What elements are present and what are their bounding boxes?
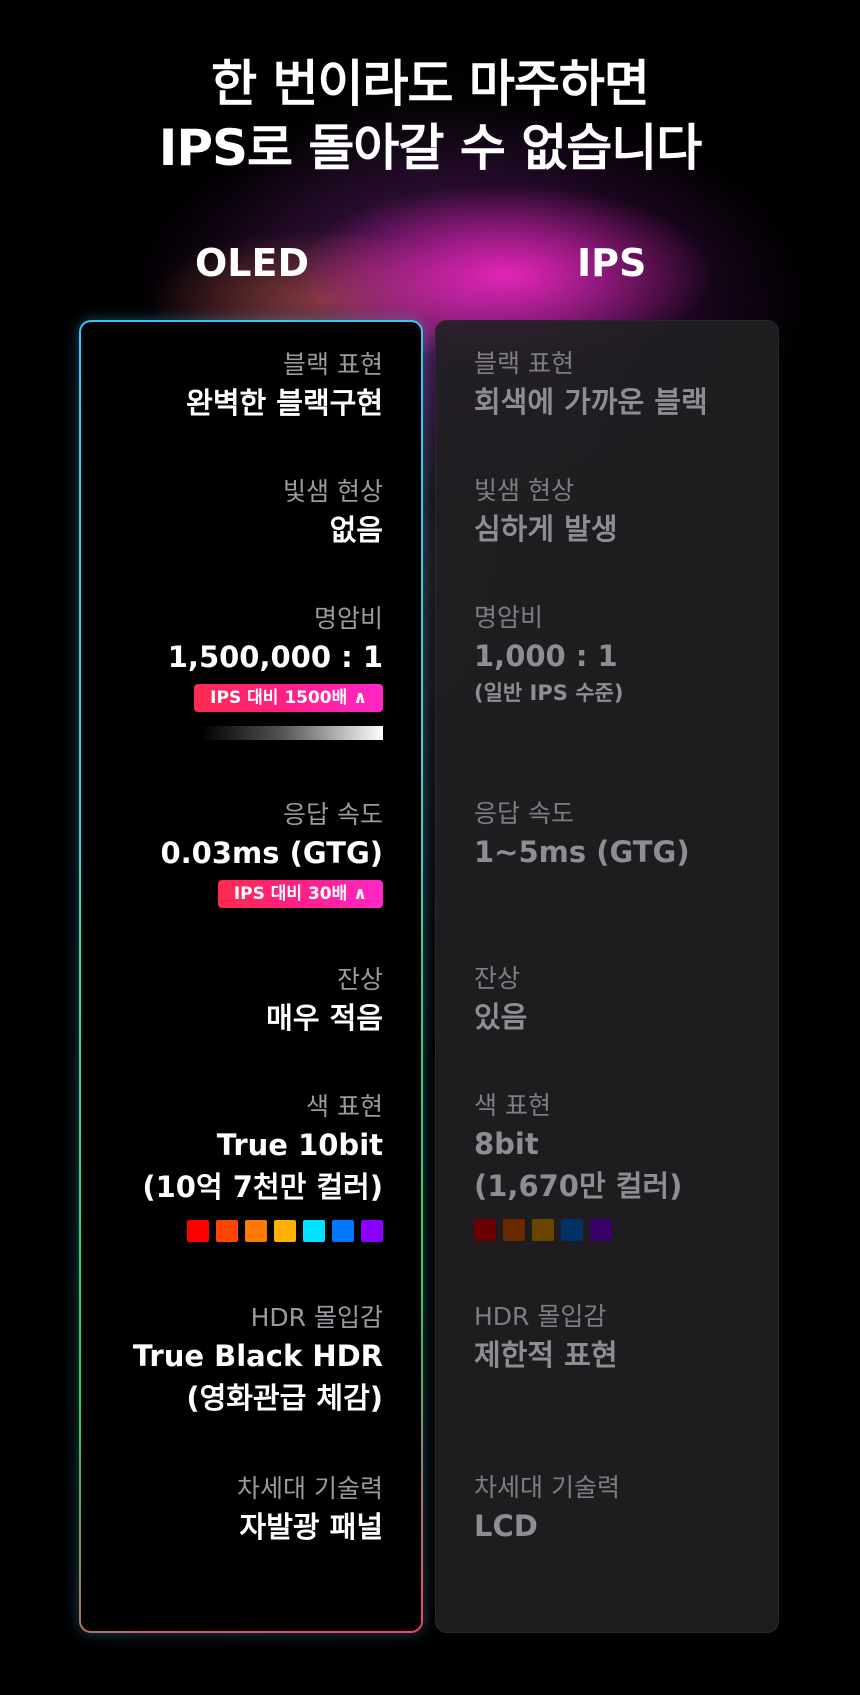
oled-column-heading: OLED [195,241,310,285]
ips-bleed-value: 심하게 발생 [474,512,618,546]
color-swatch [532,1219,554,1241]
oled-response-badge: IPS 대비 30배 ∧ [217,880,383,908]
oled-color-label: 색 표현 [306,1092,383,1121]
ips-tech-value: LCD [474,1509,538,1543]
oled-black-row: 블랙 표현 완벽한 블랙구현 [83,348,383,424]
ips-response-label: 응답 속도 [474,799,574,828]
ips-color-detail: (1,670만 컬러) [474,1169,683,1203]
oled-black-label: 블랙 표현 [283,350,383,379]
ips-hdr-label: HDR 몰입감 [474,1302,607,1331]
ips-color-swatches [474,1219,774,1241]
oled-bleed-label: 빛샘 현상 [283,477,383,506]
oled-hdr-value: True Black HDR [132,1339,383,1373]
ips-contrast-label: 명암비 [474,603,544,632]
oled-hdr-label: HDR 몰입감 [250,1303,383,1332]
oled-tech-label: 차세대 기술력 [237,1474,383,1503]
page-title: 한 번이라도 마주하면 IPS로 돌아갈 수 없습니다 [0,52,860,180]
ips-bleed-row: 빛샘 현상 심하게 발생 [474,474,774,550]
color-swatch [590,1219,612,1241]
oled-hdr-row: HDR 몰입감 True Black HDR (영화관급 체감) [83,1301,383,1419]
oled-card: 블랙 표현 완벽한 블랙구현 빛샘 현상 없음 명암비 1,500,000 : … [79,320,423,1633]
ips-card: 블랙 표현 회색에 가까운 블랙 빛샘 현상 심하게 발생 명암비 1,000 … [435,320,779,1633]
ips-bleed-label: 빛샘 현상 [474,476,574,505]
oled-tech-row: 차세대 기술력 자발광 패널 [83,1472,383,1548]
ips-black-label: 블랙 표현 [474,349,574,378]
ips-column-heading: IPS [577,241,647,285]
ips-black-value: 회색에 가까운 블랙 [474,385,708,419]
contrast-gradient-bar [201,726,383,740]
oled-contrast-label: 명암비 [313,604,383,633]
oled-color-row: 색 표현 True 10bit (10억 7천만 컬러) [83,1090,383,1242]
ips-tech-label: 차세대 기술력 [474,1473,620,1502]
ips-color-row: 색 표현 8bit (1,670만 컬러) [474,1089,774,1241]
oled-color-value: True 10bit [216,1128,383,1162]
oled-black-value: 완벽한 블랙구현 [186,386,383,420]
ips-tech-row: 차세대 기술력 LCD [474,1471,774,1547]
oled-color-swatches [83,1220,383,1242]
ips-afterimage-value: 있음 [474,1000,528,1034]
oled-afterimage-row: 잔상 매우 적음 [83,963,383,1039]
oled-tech-value: 자발광 패널 [239,1510,384,1544]
color-swatch [187,1220,209,1242]
ips-contrast-row: 명암비 1,000 : 1 (일반 IPS 수준) [474,601,774,709]
ips-color-label: 색 표현 [474,1091,551,1120]
ips-contrast-value: 1,000 : 1 [474,639,618,673]
color-swatch [361,1220,383,1242]
color-swatch [474,1219,496,1241]
color-swatch [561,1219,583,1241]
oled-response-value: 0.03ms (GTG) [160,836,383,870]
oled-hdr-detail: (영화관급 체감) [186,1381,383,1415]
oled-contrast-badge: IPS 대비 1500배 ∧ [194,684,383,712]
color-swatch [503,1219,525,1241]
title-line-1: 한 번이라도 마주하면 [211,55,650,113]
ips-contrast-note: (일반 IPS 수준) [474,681,624,705]
color-swatch [332,1220,354,1242]
oled-color-detail: (10억 7천만 컬러) [142,1170,383,1204]
ips-afterimage-label: 잔상 [474,964,521,993]
color-swatch [274,1220,296,1242]
oled-bleed-value: 없음 [329,513,383,547]
oled-response-label: 응답 속도 [283,800,383,829]
ips-response-value: 1~5ms (GTG) [474,835,690,869]
oled-bleed-row: 빛샘 현상 없음 [83,475,383,551]
ips-afterimage-row: 잔상 있음 [474,962,774,1038]
ips-color-value: 8bit [474,1127,539,1161]
ips-hdr-row: HDR 몰입감 제한적 표현 [474,1300,774,1376]
oled-response-row: 응답 속도 0.03ms (GTG) IPS 대비 30배 ∧ [83,798,383,908]
oled-afterimage-label: 잔상 [336,965,383,994]
oled-afterimage-value: 매우 적음 [266,1001,383,1035]
color-swatch [303,1220,325,1242]
oled-contrast-value: 1,500,000 : 1 [167,640,383,674]
color-swatch [216,1220,238,1242]
oled-contrast-row: 명암비 1,500,000 : 1 IPS 대비 1500배 ∧ [83,602,383,744]
ips-response-row: 응답 속도 1~5ms (GTG) [474,797,774,873]
ips-hdr-value: 제한적 표현 [474,1338,618,1372]
color-swatch [245,1220,267,1242]
title-line-2: IPS로 돌아갈 수 없습니다 [158,119,702,177]
ips-black-row: 블랙 표현 회색에 가까운 블랙 [474,347,774,423]
